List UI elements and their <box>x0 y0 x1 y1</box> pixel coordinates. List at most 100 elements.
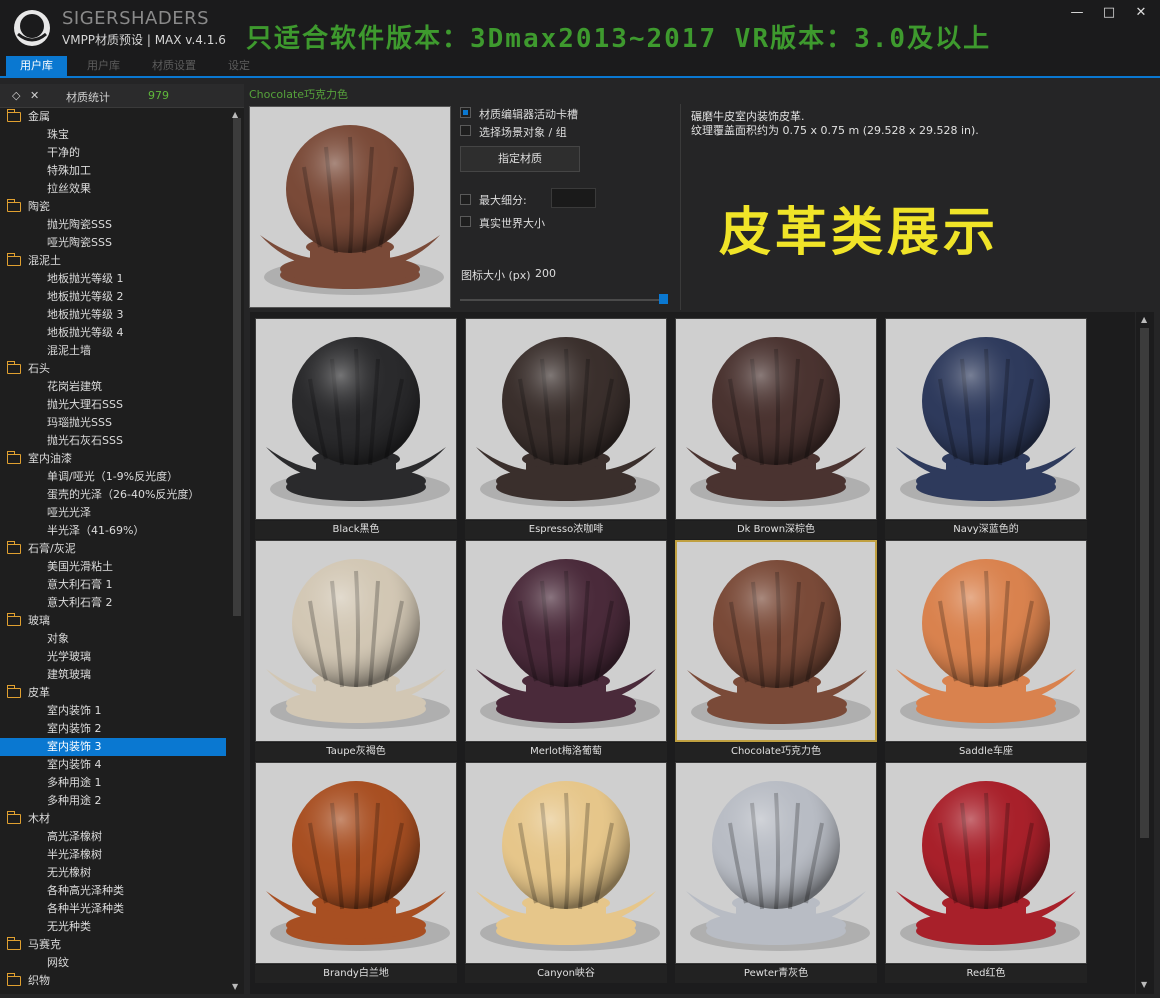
tree-category[interactable]: 金属 <box>0 108 230 126</box>
grid-scroll-down-icon[interactable]: ▼ <box>1141 980 1147 989</box>
folder-icon <box>7 199 21 212</box>
tree-item[interactable]: 室内装饰 1 <box>0 702 230 720</box>
tree-item[interactable]: 室内装饰 4 <box>0 756 230 774</box>
tree-item[interactable]: 多种用途 2 <box>0 792 230 810</box>
grid-scrollbar[interactable]: ▲ ▼ <box>1136 312 1154 994</box>
tree-item[interactable]: 美国光滑粘土 <box>0 558 230 576</box>
editor-slot-checkbox[interactable] <box>460 107 471 118</box>
expand-collapse-icon[interactable]: ◇ <box>12 89 20 102</box>
material-image[interactable] <box>675 318 877 520</box>
tree-item[interactable]: 地板抛光等级 2 <box>0 288 230 306</box>
tab-user-library-2[interactable]: 用户库 <box>73 56 134 76</box>
tree-item[interactable]: 半光泽橡树 <box>0 846 230 864</box>
material-thumbnail[interactable]: Saddle车座 <box>885 540 1087 762</box>
tree-item[interactable]: 地板抛光等级 1 <box>0 270 230 288</box>
tree-category[interactable]: 织物 <box>0 972 230 990</box>
material-image[interactable] <box>255 762 457 964</box>
tree-item[interactable]: 意大利石膏 1 <box>0 576 230 594</box>
scroll-thumb[interactable] <box>233 118 241 616</box>
tab-settings[interactable]: 设定 <box>214 56 264 76</box>
material-thumbnail[interactable]: Espresso浓咖啡 <box>465 318 667 540</box>
material-image[interactable] <box>465 540 667 742</box>
material-thumbnail[interactable]: Pewter青灰色 <box>675 762 877 984</box>
tree-item[interactable]: 抛光大理石SSS <box>0 396 230 414</box>
tree-item[interactable]: 拉丝效果 <box>0 180 230 198</box>
tree-item[interactable]: 意大利石膏 2 <box>0 594 230 612</box>
tree-category[interactable]: 皮革 <box>0 684 230 702</box>
select-scene-checkbox[interactable] <box>460 125 471 136</box>
real-world-checkbox[interactable] <box>460 216 471 227</box>
tree-item[interactable]: 抛光陶瓷SSS <box>0 216 230 234</box>
tab-material-settings[interactable]: 材质设置 <box>138 56 210 76</box>
tree-category[interactable]: 马赛克 <box>0 936 230 954</box>
material-image[interactable] <box>255 540 457 742</box>
tree-item[interactable]: 对象 <box>0 630 230 648</box>
tree-item[interactable]: 地板抛光等级 4 <box>0 324 230 342</box>
material-image[interactable] <box>465 762 667 964</box>
maximize-button[interactable]: □ <box>1098 4 1120 22</box>
material-image[interactable] <box>885 540 1087 742</box>
material-thumbnail[interactable]: Brandy白兰地 <box>255 762 457 984</box>
tree-item[interactable]: 抛光石灰石SSS <box>0 432 230 450</box>
material-thumbnail[interactable]: Merlot梅洛葡萄 <box>465 540 667 762</box>
tree-category[interactable]: 木材 <box>0 810 230 828</box>
icon-size-slider[interactable] <box>460 294 670 304</box>
tree-item[interactable]: 珠宝 <box>0 126 230 144</box>
tree-item[interactable]: 蛋壳的光泽（26-40%反光度） <box>0 486 230 504</box>
tree-item[interactable]: 无光种类 <box>0 918 230 936</box>
close-icon[interactable]: ✕ <box>30 89 39 102</box>
material-thumbnail[interactable]: Chocolate巧克力色 <box>675 540 877 762</box>
grid-scroll-up-icon[interactable]: ▲ <box>1141 315 1147 324</box>
tab-user-library[interactable]: 用户库 <box>6 56 67 76</box>
slider-thumb[interactable] <box>659 294 668 304</box>
tree-item[interactable]: 哑光光泽 <box>0 504 230 522</box>
material-image[interactable] <box>465 318 667 520</box>
tree-item[interactable]: 光学玻璃 <box>0 648 230 666</box>
tree-item[interactable]: 单调/哑光（1-9%反光度） <box>0 468 230 486</box>
tree-item[interactable]: 建筑玻璃 <box>0 666 230 684</box>
max-subdiv-checkbox[interactable] <box>460 194 471 205</box>
material-image[interactable] <box>885 318 1087 520</box>
material-thumbnail[interactable]: Taupe灰褐色 <box>255 540 457 762</box>
material-thumbnail[interactable]: Canyon峡谷 <box>465 762 667 984</box>
grid-scroll-thumb[interactable] <box>1140 328 1149 838</box>
tree-item[interactable]: 各种半光泽种类 <box>0 900 230 918</box>
material-image[interactable] <box>675 762 877 964</box>
material-image[interactable] <box>675 540 877 742</box>
tree-item[interactable]: 特殊加工 <box>0 162 230 180</box>
tree-item[interactable]: 网纹 <box>0 954 230 972</box>
material-image[interactable] <box>885 762 1087 964</box>
scroll-down-icon[interactable]: ▼ <box>232 982 238 991</box>
material-thumbnail[interactable]: Black黑色 <box>255 318 457 540</box>
tree-item[interactable]: 哑光陶瓷SSS <box>0 234 230 252</box>
tree-category[interactable]: 石头 <box>0 360 230 378</box>
tree-item[interactable]: 多种用途 1 <box>0 774 230 792</box>
material-sphere-render <box>466 541 666 741</box>
material-preview <box>249 106 451 308</box>
material-image[interactable] <box>255 318 457 520</box>
close-button[interactable]: ✕ <box>1130 4 1152 22</box>
assign-material-button[interactable]: 指定材质 <box>460 146 580 172</box>
tree-item[interactable]: 花岗岩建筑 <box>0 378 230 396</box>
tree-scrollbar[interactable]: ▲ ▼ <box>230 108 244 994</box>
tree-item[interactable]: 干净的 <box>0 144 230 162</box>
material-thumbnail[interactable]: Navy深蓝色的 <box>885 318 1087 540</box>
tree-item[interactable]: 混泥土墙 <box>0 342 230 360</box>
tree-category[interactable]: 混泥土 <box>0 252 230 270</box>
tree-item[interactable]: 无光橡树 <box>0 864 230 882</box>
tree-category[interactable]: 陶瓷 <box>0 198 230 216</box>
tree-item[interactable]: 半光泽（41-69%） <box>0 522 230 540</box>
tree-item[interactable]: 高光泽橡树 <box>0 828 230 846</box>
tree-category[interactable]: 石膏/灰泥 <box>0 540 230 558</box>
tree-item[interactable]: 玛瑙抛光SSS <box>0 414 230 432</box>
tree-category[interactable]: 室内油漆 <box>0 450 230 468</box>
minimize-button[interactable]: — <box>1066 4 1088 22</box>
material-thumbnail[interactable]: Red红色 <box>885 762 1087 984</box>
tree-item[interactable]: 各种高光泽种类 <box>0 882 230 900</box>
tree-category[interactable]: 玻璃 <box>0 612 230 630</box>
max-subdiv-input[interactable] <box>551 188 596 208</box>
tree-item[interactable]: 室内装饰 3 <box>0 738 226 756</box>
tree-item[interactable]: 室内装饰 2 <box>0 720 230 738</box>
tree-item[interactable]: 地板抛光等级 3 <box>0 306 230 324</box>
material-thumbnail[interactable]: Dk Brown深棕色 <box>675 318 877 540</box>
